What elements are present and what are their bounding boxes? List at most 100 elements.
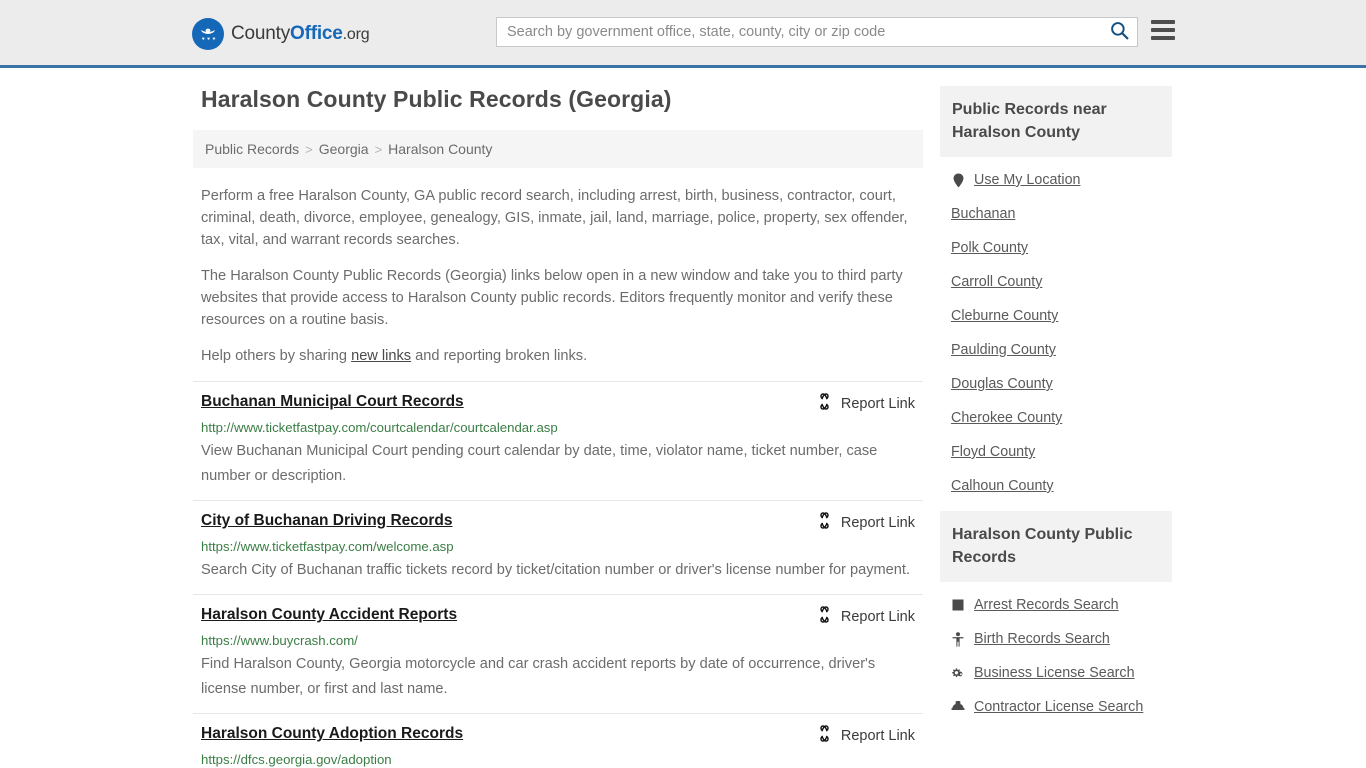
report-link-button[interactable]: Report Link [816,605,915,628]
report-link-label: Report Link [840,396,915,412]
hamburger-bar [1151,20,1175,24]
sidebar-item-cleburne-county[interactable]: Cleburne County [940,299,1172,333]
hamburger-menu-icon[interactable] [1151,20,1175,40]
sidebar-item-contractor-license-search[interactable]: Contractor License Search [940,690,1172,724]
sidebar-county-records-list: Arrest Records Search Birth Records Sear… [940,582,1172,724]
record-url: http://www.ticketfastpay.com/courtcalend… [201,420,558,435]
report-link-button[interactable]: Report Link [816,511,915,534]
record-description: Find Haralson County, Georgia motorcycle… [201,656,876,697]
sidebar-item-buchanan[interactable]: Buchanan [940,197,1172,231]
search-icon [1110,21,1129,43]
sidebar-item-paulding-county[interactable]: Paulding County [940,333,1172,367]
breadcrumb: Public Records > Georgia > Haralson Coun… [193,130,923,168]
fingerprint-card-icon [951,597,965,613]
record-header: Haralson County Adoption Records Report … [201,724,915,747]
hard-hat-icon [951,699,965,715]
sidebar-nearby-list: Use My Location Buchanan Polk County Car… [940,157,1172,503]
sidebar-records-link[interactable]: Birth Records Search [974,631,1110,647]
sidebar-records-link[interactable]: Contractor License Search [974,699,1143,715]
sidebar-nearby-link[interactable]: Polk County [951,240,1028,256]
breadcrumb-item-haralson-county[interactable]: Haralson County [388,141,492,157]
sidebar-nearby-link[interactable]: Douglas County [951,376,1053,392]
report-link-button[interactable]: Report Link [816,392,915,415]
sidebar-county-records-title: Haralson County Public Records [940,511,1172,582]
content-container: Haralson County Public Records (Georgia)… [193,86,1173,768]
logo-text-org: .org [342,26,370,43]
help-line-before: Help others by sharing [201,348,352,364]
sidebar-county-records-box: Haralson County Public Records Arrest Re… [940,511,1172,724]
record-description: View Buchanan Municipal Court pending co… [201,443,878,484]
record-url: https://www.ticketfastpay.com/welcome.as… [201,539,454,554]
logo-wordmark: CountyOffice.org [231,23,370,45]
main-column: Haralson County Public Records (Georgia)… [193,86,923,768]
sidebar-nearby-box: Public Records near Haralson County Use … [940,86,1172,503]
record-title-link[interactable]: City of Buchanan Driving Records [201,511,452,531]
record-description: Search City of Buchanan traffic tickets … [201,562,911,578]
new-links-link[interactable]: new links [351,348,411,364]
eagle-seal-icon [192,18,224,50]
report-link-label: Report Link [840,609,915,625]
breadcrumb-separator-icon: > [305,141,313,157]
sidebar-item-carroll-county[interactable]: Carroll County [940,265,1172,299]
breadcrumb-item-georgia[interactable]: Georgia [319,141,369,157]
record-url: https://dfcs.georgia.gov/adoption [201,752,392,767]
search-button[interactable] [1101,18,1137,46]
sidebar-item-floyd-county[interactable]: Floyd County [940,435,1172,469]
report-link-label: Report Link [840,728,915,744]
sidebar: Public Records near Haralson County Use … [940,86,1172,732]
logo-text-office: Office [290,23,343,44]
record-title-link[interactable]: Buchanan Municipal Court Records [201,392,464,412]
site-logo[interactable]: CountyOffice.org [192,18,370,50]
sidebar-nearby-link[interactable]: Carroll County [951,274,1042,290]
broken-chain-link-icon [816,512,833,534]
cogs-icon [951,665,965,681]
page-title: Haralson County Public Records (Georgia) [201,86,672,112]
record-item: Haralson County Adoption Records Report … [193,713,923,768]
sidebar-records-link[interactable]: Business License Search [974,665,1135,681]
sidebar-nearby-title: Public Records near Haralson County [940,86,1172,157]
sidebar-item-cherokee-county[interactable]: Cherokee County [940,401,1172,435]
sidebar-nearby-link[interactable]: Buchanan [951,206,1015,222]
record-url: https://www.buycrash.com/ [201,633,358,648]
search-bar[interactable] [496,17,1138,47]
sidebar-nearby-link[interactable]: Cleburne County [951,308,1058,324]
sidebar-nearby-link[interactable]: Calhoun County [951,478,1054,494]
sidebar-nearby-link[interactable]: Floyd County [951,444,1035,460]
sidebar-nearby-link[interactable]: Cherokee County [951,410,1062,426]
record-item: Haralson County Accident Reports Report … [193,594,923,713]
page-body: Haralson County Public Records (Georgia)… [0,68,1366,768]
broken-chain-link-icon [816,606,833,628]
baby-icon [951,631,965,647]
sidebar-item-use-my-location[interactable]: Use My Location [940,163,1172,197]
hamburger-bar [1151,36,1175,40]
site-header: CountyOffice.org [0,0,1366,68]
record-title-link[interactable]: Haralson County Adoption Records [201,724,463,744]
sidebar-records-link[interactable]: Arrest Records Search [974,597,1119,613]
help-line: Help others by sharing new links and rep… [193,345,923,367]
sidebar-item-arrest-records-search[interactable]: Arrest Records Search [940,588,1172,622]
intro-paragraph-2: The Haralson County Public Records (Geor… [201,268,903,328]
intro-paragraph-1: Perform a free Haralson County, GA publi… [201,188,908,248]
record-header: City of Buchanan Driving Records Report … [201,511,915,534]
report-link-button[interactable]: Report Link [816,724,915,747]
sidebar-item-birth-records-search[interactable]: Birth Records Search [940,622,1172,656]
breadcrumb-separator-icon: > [374,141,383,157]
sidebar-item-douglas-county[interactable]: Douglas County [940,367,1172,401]
search-input[interactable] [497,18,1101,46]
record-title-link[interactable]: Haralson County Accident Reports [201,605,457,625]
logo-text-county: County [231,23,291,44]
sidebar-item-business-license-search[interactable]: Business License Search [940,656,1172,690]
help-line-after: and reporting broken links. [411,348,588,364]
record-item: City of Buchanan Driving Records Report … [193,500,923,594]
broken-chain-link-icon [816,393,833,415]
sidebar-item-calhoun-county[interactable]: Calhoun County [940,469,1172,503]
record-item: Buchanan Municipal Court Records Report … [193,381,923,500]
sidebar-item-polk-county[interactable]: Polk County [940,231,1172,265]
report-link-label: Report Link [840,515,915,531]
sidebar-nearby-link[interactable]: Use My Location [974,172,1080,188]
hamburger-bar [1151,28,1175,32]
map-pin-icon [951,172,965,188]
breadcrumb-item-public-records[interactable]: Public Records [205,141,299,157]
sidebar-nearby-link[interactable]: Paulding County [951,342,1056,358]
record-header: Haralson County Accident Reports Report … [201,605,915,628]
